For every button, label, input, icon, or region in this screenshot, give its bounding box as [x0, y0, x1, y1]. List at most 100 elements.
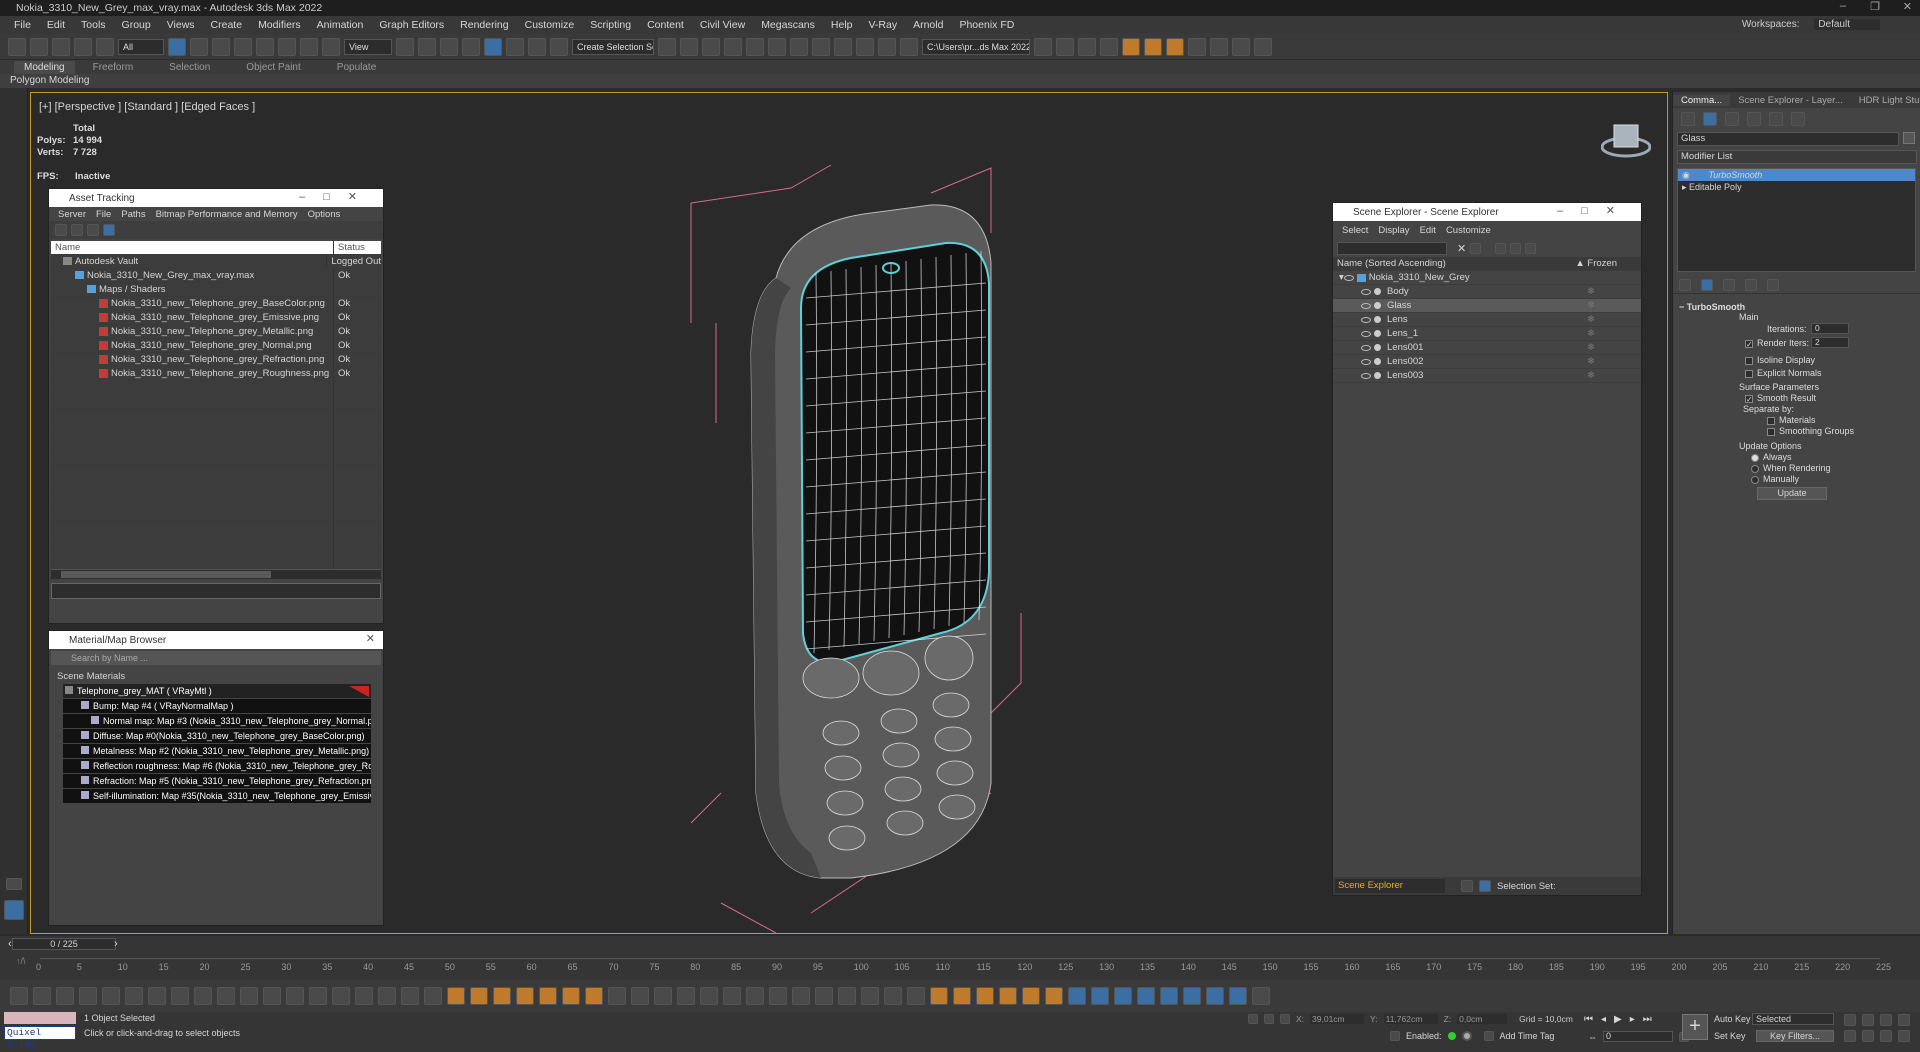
isoline-checkbox[interactable] [1745, 356, 1753, 365]
set-key-button[interactable]: Set Key [1714, 1031, 1746, 1041]
table-row[interactable]: Maps / Shaders [51, 282, 381, 297]
tab-selection[interactable]: Selection [151, 62, 228, 73]
menu-rendering[interactable]: Rendering [452, 19, 516, 31]
smoothing-groups-checkbox[interactable] [1767, 427, 1775, 436]
menu-scripting[interactable]: Scripting [582, 19, 639, 31]
particle-icon[interactable] [194, 987, 212, 1005]
col-frozen[interactable]: ▲ Frozen [1575, 258, 1617, 269]
freeze-icon[interactable]: ❄ [1587, 356, 1595, 367]
rollout-title[interactable]: − TurboSmooth [1679, 302, 1745, 312]
grass-icon[interactable] [309, 987, 327, 1005]
edit-named-selection-icon[interactable] [550, 37, 568, 56]
eye-icon[interactable] [1361, 316, 1371, 323]
eye-icon[interactable]: ◉ [1682, 170, 1692, 180]
scale-tool-icon[interactable] [723, 987, 741, 1005]
material-item[interactable]: Bump: Map #4 ( VRayNormalMap ) [63, 699, 371, 714]
filter-icon[interactable] [1470, 242, 1482, 254]
voxel-icon[interactable] [1022, 987, 1040, 1005]
material-item[interactable]: Normal map: Map #3 (Nokia_3310_new_Telep… [63, 714, 371, 729]
expand-arrow-icon[interactable]: ▸ [1682, 182, 1689, 192]
vray-tools-icon[interactable] [1188, 37, 1206, 56]
rendered-frame-window-icon[interactable] [856, 37, 874, 56]
motion-icon[interactable] [1747, 112, 1761, 126]
menu-paths[interactable]: Paths [116, 209, 150, 220]
scale-icon[interactable] [300, 37, 318, 56]
splash-icon[interactable] [608, 987, 626, 1005]
scene-object-row[interactable]: Lens ❄ [1333, 313, 1641, 327]
stack-item-editable-poly[interactable]: ▸ Editable Poly [1678, 181, 1915, 193]
light-icon[interactable] [148, 987, 166, 1005]
auto-key-button[interactable]: Auto Key [1714, 1014, 1751, 1024]
freeze-icon[interactable]: ❄ [1587, 370, 1595, 381]
wave-icon[interactable] [1137, 987, 1155, 1005]
asset-horizontal-scrollbar[interactable] [51, 569, 381, 579]
eye-icon[interactable] [1361, 344, 1371, 351]
snaps-toggle-icon[interactable] [462, 37, 480, 56]
menu-content[interactable]: Content [639, 19, 692, 31]
save-icon[interactable] [1078, 37, 1096, 56]
cache-icon[interactable] [999, 987, 1017, 1005]
menu-civil-view[interactable]: Civil View [692, 19, 753, 31]
drop-icon[interactable] [1091, 987, 1109, 1005]
field-of-view-icon[interactable] [1844, 1030, 1856, 1042]
col-status[interactable]: Status [333, 240, 365, 255]
sun-icon[interactable] [171, 987, 189, 1005]
freeze-icon[interactable]: ❄ [1587, 342, 1595, 353]
reference-coordinate-dropdown[interactable]: View [344, 38, 392, 55]
absolute-mode-icon[interactable] [1280, 1014, 1290, 1024]
create-icon[interactable] [1681, 112, 1695, 126]
explorer-dropdown[interactable]: Scene Explorer [1335, 879, 1445, 893]
zoom-all-icon[interactable] [1862, 1014, 1874, 1026]
render-icon[interactable] [1374, 302, 1381, 309]
freeze-icon[interactable]: ❄ [1587, 286, 1595, 297]
menu-edit[interactable]: Edit [39, 19, 73, 31]
iterations-spinner[interactable]: 0 [1811, 323, 1849, 334]
eye-icon[interactable] [1361, 358, 1371, 365]
menu-create[interactable]: Create [203, 19, 251, 31]
modify-icon[interactable] [1703, 112, 1717, 126]
menu-views[interactable]: Views [159, 19, 203, 31]
add-time-tag[interactable]: Add Time Tag [1500, 1031, 1555, 1041]
menu-bitmap-performance[interactable]: Bitmap Performance and Memory [151, 209, 303, 220]
pin-stack-icon[interactable] [1679, 278, 1691, 291]
viewport-layout-icon[interactable] [4, 900, 24, 920]
mirror-icon[interactable] [658, 37, 676, 56]
current-frame-field[interactable]: 0 [1603, 1031, 1673, 1042]
lock-selection-icon[interactable] [1264, 1014, 1274, 1024]
material-item[interactable]: Diffuse: Map #0(Nokia_3310_new_Telephone… [63, 729, 371, 744]
make-unique-icon[interactable] [1723, 278, 1735, 291]
zoom-extents-icon[interactable] [1880, 1014, 1892, 1026]
spinner-snap-icon[interactable] [528, 37, 546, 56]
eye-icon[interactable] [1361, 302, 1371, 309]
material-item[interactable]: Self-illumination: Map #35(Nokia_3310_ne… [63, 789, 371, 804]
angle-snap-icon[interactable] [484, 37, 502, 56]
menu-display[interactable]: Display [1373, 225, 1414, 236]
table-row[interactable]: Autodesk Vault Logged Out [51, 254, 381, 269]
close-icon[interactable]: ✕ [366, 632, 375, 645]
render-iters-checkbox[interactable]: ✓ [1745, 339, 1753, 348]
maximize-viewport-icon[interactable] [1898, 1030, 1910, 1042]
show-end-result-icon[interactable] [1701, 278, 1713, 291]
rectangular-selection-icon[interactable] [212, 37, 230, 56]
maxscript-listener[interactable] [4, 1012, 76, 1024]
undo-icon[interactable] [8, 37, 26, 56]
rotate-icon[interactable] [278, 37, 296, 56]
col-name-sorted[interactable]: Name (Sorted Ascending) [1337, 258, 1446, 269]
scene-search-input[interactable] [1337, 241, 1447, 255]
workspace-selector[interactable]: Workspaces: Default [1734, 19, 1880, 30]
remove-modifier-icon[interactable] [1745, 278, 1757, 291]
menu-select[interactable]: Select [1337, 225, 1373, 236]
move-tool-icon[interactable] [700, 987, 718, 1005]
scene-object-row[interactable]: Lens_1 ❄ [1333, 327, 1641, 341]
material-item[interactable]: Metalness: Map #2 (Nokia_3310_new_Teleph… [63, 744, 371, 759]
scene-object-row[interactable]: Lens002 ❄ [1333, 355, 1641, 369]
layers-icon[interactable] [1461, 880, 1473, 892]
open-icon[interactable] [1056, 37, 1074, 56]
zoom-extents-all-icon[interactable] [1898, 1014, 1910, 1026]
object-name-field[interactable]: Glass [1677, 132, 1899, 146]
maximize-icon[interactable]: ❐ [1870, 0, 1880, 13]
bucket-icon[interactable] [1068, 987, 1086, 1005]
eye-icon[interactable] [1361, 288, 1371, 295]
clear-search-icon[interactable]: ✕ [1457, 242, 1466, 255]
delete-icon[interactable] [861, 987, 879, 1005]
